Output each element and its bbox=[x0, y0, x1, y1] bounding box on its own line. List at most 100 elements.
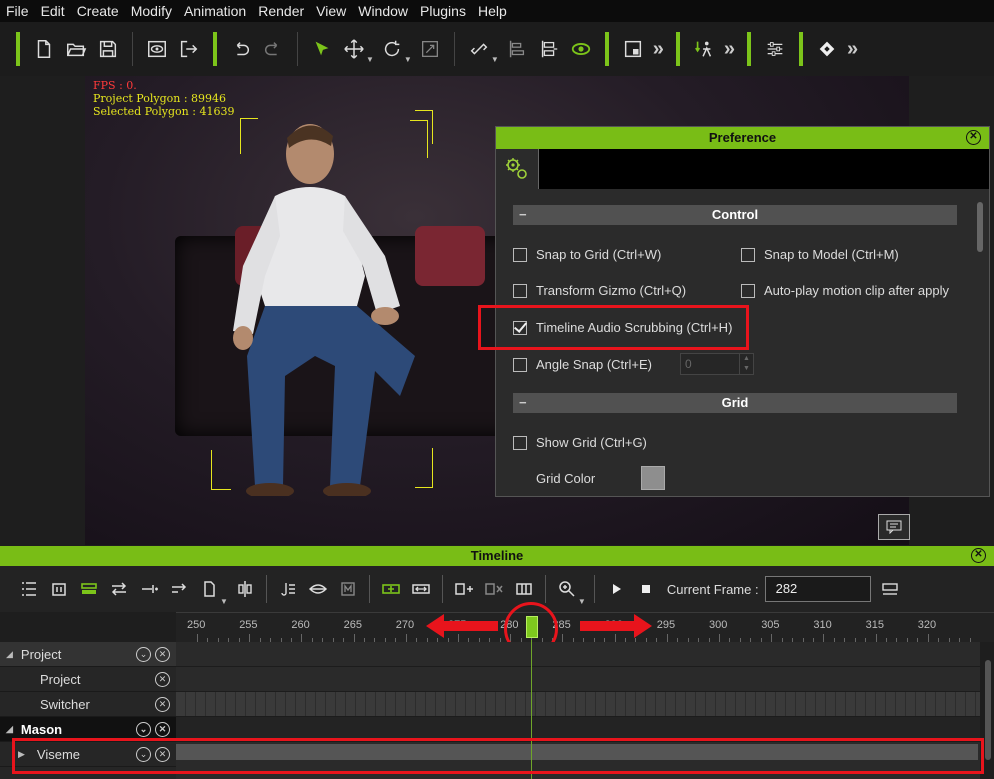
chevron-down-icon[interactable]: ⌄ bbox=[136, 646, 151, 662]
collapse-triangle-icon[interactable]: ◢ bbox=[6, 649, 13, 660]
open-button[interactable] bbox=[62, 34, 90, 64]
snap-to-grid-label: Snap to Grid (Ctrl+W) bbox=[536, 247, 662, 262]
fit-range-button[interactable] bbox=[406, 574, 436, 604]
track-project[interactable]: Project ✕ bbox=[0, 667, 176, 692]
grid-color-swatch[interactable] bbox=[641, 466, 665, 490]
menu-view[interactable]: View bbox=[310, 0, 352, 22]
motion-layer-button[interactable] bbox=[333, 574, 363, 604]
preview-button[interactable] bbox=[143, 34, 171, 64]
angle-snap-checkbox[interactable] bbox=[513, 357, 527, 372]
menu-modify[interactable]: Modify bbox=[125, 0, 178, 22]
add-clip-button[interactable] bbox=[376, 574, 406, 604]
menu-animation[interactable]: Animation bbox=[178, 0, 252, 22]
menu-create[interactable]: Create bbox=[71, 0, 125, 22]
angle-snap-option[interactable]: Angle Snap (Ctrl+E) bbox=[513, 357, 652, 372]
frame-fit-button[interactable] bbox=[44, 574, 74, 604]
redo-button[interactable] bbox=[259, 34, 287, 64]
menu-help[interactable]: Help bbox=[472, 0, 513, 22]
menu-edit[interactable]: Edit bbox=[35, 0, 71, 22]
preference-scrollbar[interactable] bbox=[977, 202, 983, 252]
swap-button[interactable] bbox=[104, 574, 134, 604]
settings-sliders-button[interactable] bbox=[761, 34, 789, 64]
chevron-down-icon[interactable]: ▼ bbox=[491, 55, 499, 64]
visibility-button[interactable] bbox=[567, 34, 595, 64]
align-left-button[interactable] bbox=[503, 34, 531, 64]
undo-button[interactable] bbox=[227, 34, 255, 64]
close-icon[interactable]: ✕ bbox=[971, 548, 986, 563]
remove-frames-button[interactable] bbox=[479, 574, 509, 604]
insert-button[interactable] bbox=[134, 574, 164, 604]
arrow-right-icon bbox=[172, 583, 187, 593]
chevron-down-icon[interactable]: ▼ bbox=[404, 55, 412, 64]
more-chevrons-icon[interactable]: » bbox=[847, 38, 858, 61]
layout-button[interactable] bbox=[619, 34, 647, 64]
chevron-down-icon[interactable]: ▼ bbox=[578, 597, 586, 606]
keyframe-button[interactable] bbox=[813, 34, 841, 64]
more-chevrons-icon[interactable]: » bbox=[653, 38, 664, 61]
angle-snap-spinbox[interactable]: 0 ▲ ▼ bbox=[680, 353, 754, 375]
current-frame-input[interactable]: 282 bbox=[764, 576, 871, 602]
snap-to-grid-option[interactable]: Snap to Grid (Ctrl+W) bbox=[513, 247, 661, 262]
arrow-right-button[interactable] bbox=[164, 574, 194, 604]
timeline-options-button[interactable] bbox=[875, 574, 905, 604]
menu-plugins[interactable]: Plugins bbox=[414, 0, 472, 22]
distribute-button[interactable] bbox=[535, 34, 563, 64]
snap-to-grid-checkbox[interactable] bbox=[513, 247, 527, 262]
link-tool-button[interactable] bbox=[465, 34, 493, 64]
menu-file[interactable]: File bbox=[0, 0, 35, 22]
switcher-lane[interactable] bbox=[176, 692, 980, 717]
track-actions: ✕ bbox=[155, 671, 170, 687]
chevron-down-icon[interactable]: ▼ bbox=[220, 597, 228, 606]
auto-play-checkbox[interactable] bbox=[741, 283, 755, 298]
menu-window[interactable]: Window bbox=[352, 0, 414, 22]
columns-button[interactable] bbox=[509, 574, 539, 604]
snap-to-model-option[interactable]: Snap to Model (Ctrl+M) bbox=[741, 247, 899, 262]
frame-icon bbox=[52, 583, 66, 596]
scroll-thumb[interactable] bbox=[985, 660, 991, 760]
stop-button[interactable] bbox=[631, 574, 661, 604]
close-icon[interactable]: ✕ bbox=[155, 646, 170, 662]
close-icon[interactable]: ✕ bbox=[155, 671, 170, 687]
play-button[interactable] bbox=[601, 574, 631, 604]
collapse-triangle-icon[interactable]: ◢ bbox=[6, 724, 13, 735]
menu-render[interactable]: Render bbox=[252, 0, 310, 22]
spin-arrows-icon[interactable]: ▲ ▼ bbox=[739, 354, 753, 374]
selection-bracket bbox=[240, 118, 258, 154]
track-group-project[interactable]: ◢ Project ⌄ ✕ bbox=[0, 642, 176, 667]
track-toggle-button[interactable] bbox=[74, 574, 104, 604]
auto-play-option[interactable]: Auto-play motion clip after apply bbox=[741, 283, 949, 298]
transform-gizmo-option[interactable]: Transform Gizmo (Ctrl+Q) bbox=[513, 283, 686, 298]
distribute-icon bbox=[541, 40, 558, 58]
section-grid-header[interactable]: − Grid bbox=[513, 393, 957, 413]
close-icon[interactable]: ✕ bbox=[155, 696, 170, 712]
chevron-down-icon[interactable]: ⌄ bbox=[136, 721, 151, 737]
move-tool-button[interactable] bbox=[340, 34, 368, 64]
feedback-button[interactable] bbox=[878, 514, 910, 540]
scale-tool-button[interactable] bbox=[416, 34, 444, 64]
preference-tab-general[interactable] bbox=[496, 149, 538, 189]
split-button[interactable] bbox=[230, 574, 260, 604]
chevron-down-icon[interactable]: ▼ bbox=[366, 55, 374, 64]
show-grid-option[interactable]: Show Grid (Ctrl+G) bbox=[513, 435, 647, 450]
character-model[interactable] bbox=[225, 116, 425, 496]
close-icon[interactable]: ✕ bbox=[966, 130, 981, 145]
section-control-header[interactable]: − Control bbox=[513, 205, 957, 225]
track-lane[interactable] bbox=[176, 642, 980, 667]
new-file-button[interactable] bbox=[30, 34, 58, 64]
lip-sync-button[interactable] bbox=[303, 574, 333, 604]
rotate-tool-button[interactable] bbox=[378, 34, 406, 64]
track-list-button[interactable] bbox=[14, 574, 44, 604]
audio-button[interactable] bbox=[273, 574, 303, 604]
snap-to-model-checkbox[interactable] bbox=[741, 247, 755, 262]
track-lane[interactable] bbox=[176, 667, 980, 692]
track-switcher[interactable]: Switcher ✕ bbox=[0, 692, 176, 717]
transform-gizmo-checkbox[interactable] bbox=[513, 283, 527, 298]
export-button[interactable] bbox=[175, 34, 203, 64]
insert-frames-button[interactable] bbox=[449, 574, 479, 604]
show-grid-checkbox[interactable] bbox=[513, 435, 527, 450]
close-icon[interactable]: ✕ bbox=[155, 721, 170, 737]
save-button[interactable] bbox=[94, 34, 122, 64]
more-chevrons-icon[interactable]: » bbox=[724, 38, 735, 61]
motion-button[interactable] bbox=[690, 34, 718, 64]
select-tool-button[interactable] bbox=[308, 34, 336, 64]
